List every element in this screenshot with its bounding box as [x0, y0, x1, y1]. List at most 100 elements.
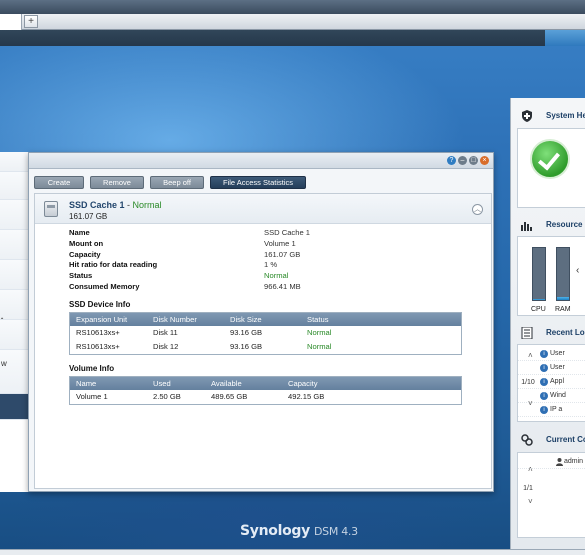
connection-user: admin	[564, 458, 584, 465]
table-row[interactable]: RS10613xs+ Disk 11 93.16 GB Normal	[70, 326, 461, 340]
log-item[interactable]: i Wind	[518, 389, 585, 403]
system-health-body	[517, 128, 585, 208]
log-item[interactable]: i Appl	[518, 375, 585, 389]
taskbar	[0, 30, 585, 46]
info-icon: i	[540, 378, 548, 386]
check-mark	[537, 147, 561, 171]
bottom-bar	[0, 549, 585, 555]
column-header[interactable]: Disk Number	[147, 313, 224, 326]
resource-monitor-title: Resource	[546, 220, 583, 229]
current-connections-header: Current Co	[511, 430, 585, 450]
nav-item[interactable]	[0, 320, 28, 350]
table-cell: 93.16 GB	[230, 342, 263, 351]
log-text: IP a	[550, 406, 563, 413]
column-header[interactable]: Disk Size	[224, 313, 301, 326]
browser-top-bar	[0, 0, 585, 14]
help-icon[interactable]: ?	[447, 156, 456, 165]
log-item[interactable]: i User	[518, 347, 585, 361]
recent-logs-title: Recent Lo	[546, 328, 585, 337]
nav-item[interactable]	[0, 172, 28, 200]
connection-item[interactable]: admin	[518, 455, 585, 469]
cache-name: SSD Cache 1	[69, 200, 125, 210]
system-health-header: System He	[511, 106, 585, 126]
ram-meter	[556, 247, 570, 301]
minimize-icon[interactable]: –	[458, 156, 467, 165]
log-icon	[521, 327, 533, 339]
property-value: 161.07 GB	[264, 249, 301, 259]
create-button[interactable]: Create	[34, 176, 84, 189]
column-header[interactable]: Available	[205, 377, 282, 390]
table-cell: Disk 11	[153, 328, 178, 337]
log-item[interactable]: i User	[518, 361, 585, 375]
volume-table: Name Used Available Capacity Volume 1 2.…	[69, 376, 462, 405]
cache-size: 161.07 GB	[69, 212, 108, 221]
browser-tab-active[interactable]	[0, 14, 22, 30]
toolbar: Create Remove Beep off File Access Stati…	[34, 176, 306, 189]
ram-label: RAM	[555, 306, 571, 313]
table-cell: RS10613xs+	[76, 342, 120, 351]
table-row[interactable]: Volume 1 2.50 GB 489.65 GB 492.15 GB	[70, 390, 461, 404]
log-text: User	[550, 364, 565, 371]
column-header[interactable]: Status	[301, 313, 461, 326]
property-key: Capacity	[69, 249, 101, 259]
nav-item[interactable]	[0, 260, 28, 290]
cpu-label: CPU	[531, 306, 546, 313]
healthy-check-icon	[530, 139, 570, 179]
info-icon: i	[540, 350, 548, 358]
remove-button[interactable]: Remove	[90, 176, 144, 189]
property-row: Status Normal	[69, 271, 489, 282]
cpu-meter-fill	[533, 298, 545, 300]
table-cell: Disk 12	[153, 342, 179, 351]
property-key: Name	[69, 228, 90, 237]
table-header: Expansion Unit Disk Number Disk Size Sta…	[70, 313, 461, 326]
property-row: Mount on Volume 1	[69, 239, 489, 250]
recent-logs-body: ˄ 1/10 ˅ i User i User i Appl i Wind i IP a	[517, 344, 585, 422]
browser-tab-strip	[0, 14, 585, 30]
resource-monitor-body: CPU RAM ‹	[517, 236, 585, 316]
nav-item[interactable]	[0, 230, 28, 260]
info-icon: i	[540, 364, 548, 372]
column-header[interactable]: Capacity	[282, 377, 461, 390]
system-health-title: System He	[546, 111, 585, 120]
property-key: Consumed Memory	[69, 281, 140, 291]
column-header[interactable]: Name	[70, 377, 147, 390]
file-access-statistics-button[interactable]: File Access Statistics	[210, 176, 306, 189]
cache-properties: Name SSD Cache 1 Mount on Volume 1 Capac…	[69, 228, 489, 293]
current-connections-title: Current Co	[546, 435, 585, 444]
nav-item[interactable]: w	[0, 350, 28, 394]
property-value: SSD Cache 1	[264, 228, 311, 237]
log-item[interactable]: i IP a	[518, 403, 585, 417]
nav-item-active[interactable]	[0, 394, 28, 420]
beep-off-button[interactable]: Beep off	[150, 176, 204, 189]
log-text: Wind	[550, 392, 566, 399]
link-icon	[521, 434, 533, 446]
nav-item[interactable]: t	[0, 290, 28, 320]
widget-panel: System He Resource CPU RAM ‹ Recent Lo ˄…	[510, 98, 585, 550]
nav-item[interactable]	[0, 152, 28, 172]
ssd-device-table: Expansion Unit Disk Number Disk Size Sta…	[69, 312, 462, 355]
property-key: Hit ratio for data reading	[69, 260, 158, 270]
property-value-status: Normal	[264, 271, 289, 281]
collapse-icon[interactable]: ︿	[472, 204, 483, 215]
table-row[interactable]: RS10613xs+ Disk 12 93.16 GB Normal	[70, 340, 461, 354]
chevron-down-icon[interactable]: ˅	[528, 497, 533, 506]
taskbar-right-button[interactable]	[545, 30, 585, 46]
log-text: User	[550, 350, 565, 357]
add-tab-button[interactable]: +	[24, 15, 38, 28]
bar-chart-icon	[521, 222, 532, 231]
maximize-icon[interactable]: □	[469, 156, 478, 165]
shield-icon	[522, 110, 532, 122]
table-cell: RS10613xs+	[76, 328, 120, 337]
chevron-left-icon[interactable]: ‹	[576, 265, 579, 276]
table-cell: 2.50 GB	[153, 392, 181, 401]
nav-item[interactable]	[0, 200, 28, 230]
ssd-cache-header[interactable]: SSD Cache 1 - Normal 161.07 GB ︿	[35, 194, 491, 224]
column-header[interactable]: Expansion Unit	[70, 313, 147, 326]
property-value: Volume 1	[264, 238, 296, 248]
close-icon[interactable]: ×	[480, 156, 489, 165]
table-cell-status: Normal	[307, 328, 332, 337]
cache-title-separator: -	[124, 200, 133, 210]
table-cell: 93.16 GB	[230, 328, 263, 337]
column-header[interactable]: Used	[147, 377, 205, 390]
cache-status: Normal	[132, 200, 162, 210]
